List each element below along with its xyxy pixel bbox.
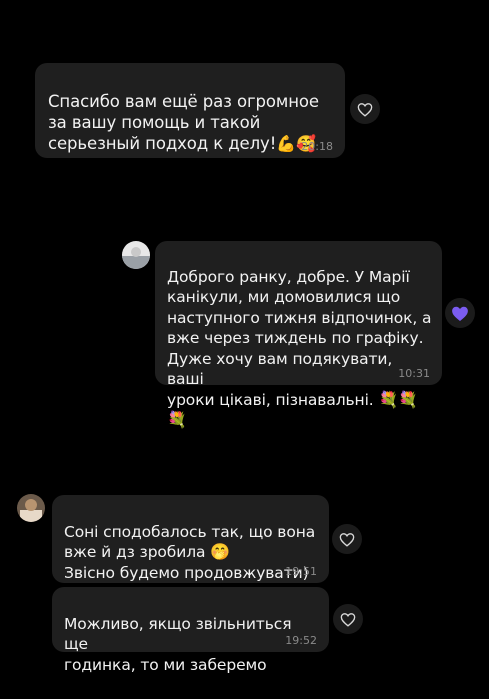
message-text-content: Доброго ранку, добре. У Марії канікули, … (167, 267, 432, 409)
avatar-photo (122, 241, 150, 269)
message-text-content-2: Звісно будемо продовжувати) (64, 563, 309, 582)
heart-outline-icon (340, 612, 356, 627)
avatar-photo (17, 494, 45, 522)
message-text: Можливо, якщо звільниться ще годинка, то… (64, 593, 319, 675)
message-time: 19:51 (285, 565, 317, 578)
message-text: Спасибо вам ещё раз огромное за вашу пом… (48, 70, 333, 154)
message-text: Соні сподобалось так, що вона вже й дз з… (64, 501, 319, 583)
reaction-badge[interactable] (445, 298, 475, 328)
message-time: 20:18 (301, 140, 333, 153)
message-bubble[interactable]: Соні сподобалось так, що вона вже й дз з… (52, 495, 329, 583)
like-button[interactable] (333, 604, 363, 634)
purple-heart-icon (452, 306, 468, 321)
avatar[interactable] (17, 494, 45, 522)
message-bubble[interactable]: Можливо, якщо звільниться ще годинка, то… (52, 587, 329, 674)
message-text-content: Можливо, якщо звільниться ще годинка, то… (64, 614, 292, 674)
message-emoji: 🤭 (210, 542, 231, 561)
heart-outline-icon (357, 102, 373, 117)
heart-outline-icon (339, 532, 355, 547)
message-time: 19:52 (285, 634, 317, 647)
message-time: 10:31 (398, 367, 430, 380)
message-text: Доброго ранку, добре. У Марії канікули, … (167, 246, 432, 431)
like-button[interactable] (332, 524, 362, 554)
message-bubble[interactable]: Доброго ранку, добре. У Марії канікули, … (155, 241, 442, 429)
like-button[interactable] (350, 94, 380, 124)
avatar[interactable] (122, 241, 150, 269)
message-text-content: Соні сподобалось так, що вона вже й дз з… (64, 522, 316, 562)
message-bubble[interactable]: Спасибо вам ещё раз огромное за вашу пом… (35, 63, 345, 158)
